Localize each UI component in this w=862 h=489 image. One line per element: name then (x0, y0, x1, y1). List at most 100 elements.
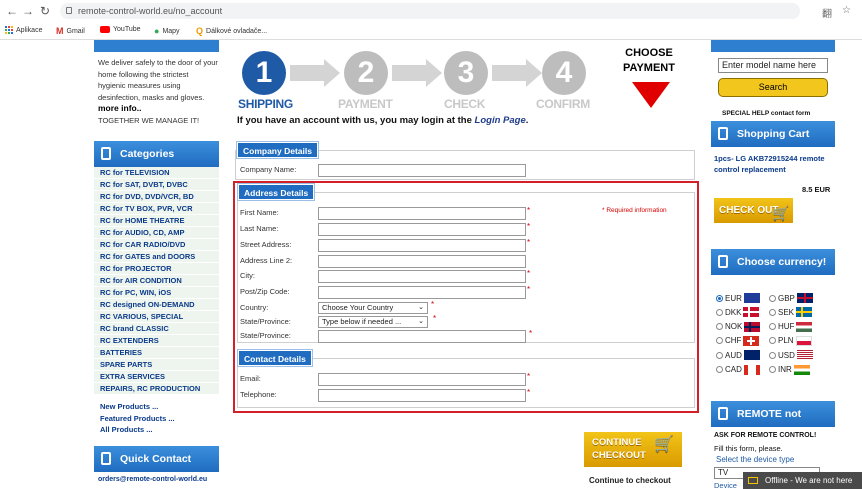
category-item[interactable]: RC EXTENDERS (94, 335, 219, 347)
special-help-link[interactable]: SPECIAL HELP contact form (722, 110, 810, 117)
all-products-link[interactable]: All Products ... (100, 424, 175, 436)
bookmark-gmail[interactable]: M Gmail (56, 26, 85, 36)
browser-toolbar: ← → ↻ remote-control-world.eu/no_account… (0, 0, 862, 22)
last-name-input[interactable] (318, 223, 526, 236)
currency-option[interactable]: USD (769, 350, 813, 361)
bookmark-maps[interactable]: ● Mapy (154, 26, 180, 36)
currency-option[interactable]: PLN (769, 335, 812, 346)
category-item[interactable]: RC for PC, WIN, iOS (94, 287, 219, 299)
bookmark-apps[interactable]: Aplikace (5, 26, 42, 34)
category-item[interactable]: REPAIRS, RC PRODUCTION (94, 383, 219, 395)
country-select[interactable]: Choose Your Country ⌄ (318, 302, 428, 314)
contact-legend: Contact Details (238, 350, 312, 366)
category-item[interactable]: RC for TV BOX, PVR, VCR (94, 203, 219, 215)
search-favicon-icon: Q (196, 26, 204, 36)
currency-option[interactable]: INR (769, 364, 810, 375)
state-province-input[interactable] (318, 330, 526, 343)
featured-products-link[interactable]: Featured Products ... (100, 413, 175, 425)
currency-option[interactable]: HUF (769, 321, 813, 332)
company-name-input[interactable] (318, 164, 526, 177)
zip-code-input[interactable] (318, 286, 526, 299)
currency-radio[interactable] (769, 337, 776, 345)
currency-option[interactable]: NOK (716, 321, 761, 332)
category-item[interactable]: EXTRA SERVICES (94, 371, 219, 383)
delivery-text: We deliver safely to the door of your ho… (98, 58, 218, 102)
category-item[interactable]: RC for TELEVISION (94, 167, 219, 179)
category-item[interactable]: RC for HOME THEATRE (94, 215, 219, 227)
category-item[interactable]: RC for DVD, DVD/VCR, BD (94, 191, 219, 203)
currency-option[interactable]: CAD (716, 364, 760, 375)
contact-email-link[interactable]: orders@remote-control-world.eu (98, 476, 207, 483)
category-item[interactable]: BATTERIES (94, 347, 219, 359)
category-item[interactable]: RC for SAT, DVBT, DVBC (94, 179, 219, 191)
category-item[interactable]: SPARE PARTS (94, 359, 219, 371)
chat-offline-widget[interactable]: Offline - We are not here (743, 472, 862, 489)
categories-header: Categories (94, 141, 219, 167)
url-text: remote-control-world.eu/no_account (78, 6, 223, 16)
step-connector (492, 65, 526, 81)
category-item[interactable]: RC brand CLASSIC (94, 323, 219, 335)
more-info-link[interactable]: more info.. (98, 103, 141, 113)
category-item[interactable]: RC for CAR RADIO/DVD (94, 239, 219, 251)
gmail-icon: M (56, 26, 64, 36)
star-icon[interactable]: ☆ (842, 5, 851, 16)
state-select[interactable]: Type below if needed ... ⌄ (318, 316, 428, 328)
category-item[interactable]: RC VARIOUS, SPECIAL (94, 311, 219, 323)
bookmark-youtube[interactable]: YouTube (100, 26, 141, 33)
address-line-2-input[interactable] (318, 255, 526, 268)
telephone-input[interactable] (318, 389, 526, 402)
currency-radio[interactable] (716, 337, 723, 345)
checkout-button[interactable]: CHECK OUT 🛒 (714, 198, 793, 223)
step-connector (392, 65, 426, 81)
back-icon[interactable]: ← (6, 4, 18, 18)
email-input[interactable] (318, 373, 526, 386)
currency-option[interactable]: CHF (716, 335, 760, 346)
currency-radio[interactable] (716, 351, 723, 359)
required-mark: * (527, 285, 531, 294)
cart-item-link[interactable]: 1pcs- LG AKB72915244 remote control repl… (714, 153, 834, 175)
sidebar-header-strip (711, 40, 835, 52)
currency-radio[interactable] (716, 294, 723, 302)
cart-icon: 🛒 (654, 436, 674, 453)
address-bar[interactable]: remote-control-world.eu/no_account (60, 3, 800, 19)
currency-radio[interactable] (716, 323, 723, 331)
category-item[interactable]: RC for GATES and DOORS (94, 251, 219, 263)
currency-radio[interactable] (769, 294, 776, 302)
currency-code: AUD (725, 350, 742, 360)
step-connector (290, 65, 324, 81)
city-input[interactable] (318, 270, 526, 283)
category-item[interactable]: RC designed ON-DEMAND (94, 299, 219, 311)
model-search-input[interactable]: Enter model name here (718, 58, 828, 73)
translate-icon[interactable]: 翻 (822, 5, 832, 20)
checkout-steps: 1 2 3 4 SHIPPING PAYMENT CHECK CONFIRM (236, 45, 676, 120)
currency-radio[interactable] (716, 366, 723, 373)
continue-checkout-button[interactable]: CONTINUE CHECKOUT 🛒 (584, 432, 682, 467)
currency-radio[interactable] (769, 323, 776, 331)
step-3-label: CHECK (444, 97, 486, 111)
category-item[interactable]: RC for PROJECTOR (94, 263, 219, 275)
currency-option[interactable]: AUD (716, 350, 760, 361)
currency-option[interactable]: SEK (769, 307, 813, 318)
new-products-link[interactable]: New Products ... (100, 401, 175, 413)
city-label: City: (240, 271, 255, 280)
quick-contact-title: Quick Contact (120, 453, 192, 465)
bookmark-remotes[interactable]: Q Dálkové ovladače... (196, 26, 267, 36)
currency-code: CHF (725, 336, 742, 346)
currency-radio[interactable] (716, 308, 723, 316)
currency-radio[interactable] (769, 351, 776, 359)
currency-option[interactable]: EUR (716, 293, 760, 303)
currency-option[interactable]: DKK (716, 307, 760, 318)
currency-radio[interactable] (769, 308, 776, 316)
currency-code: NOK (725, 322, 743, 332)
currency-radio[interactable] (769, 366, 776, 373)
login-page-link[interactable]: Login Page (475, 115, 526, 126)
category-item[interactable]: RC for AIR CONDITION (94, 275, 219, 287)
chevron-down-icon: ⌄ (418, 304, 424, 311)
first-name-input[interactable] (318, 207, 526, 220)
category-item[interactable]: RC for AUDIO, CD, AMP (94, 227, 219, 239)
street-address-input[interactable] (318, 239, 526, 252)
forward-icon[interactable]: → (22, 4, 34, 18)
currency-option[interactable]: GBP (769, 293, 813, 303)
search-button[interactable]: Search (718, 78, 828, 97)
reload-icon[interactable]: ↻ (40, 4, 50, 18)
